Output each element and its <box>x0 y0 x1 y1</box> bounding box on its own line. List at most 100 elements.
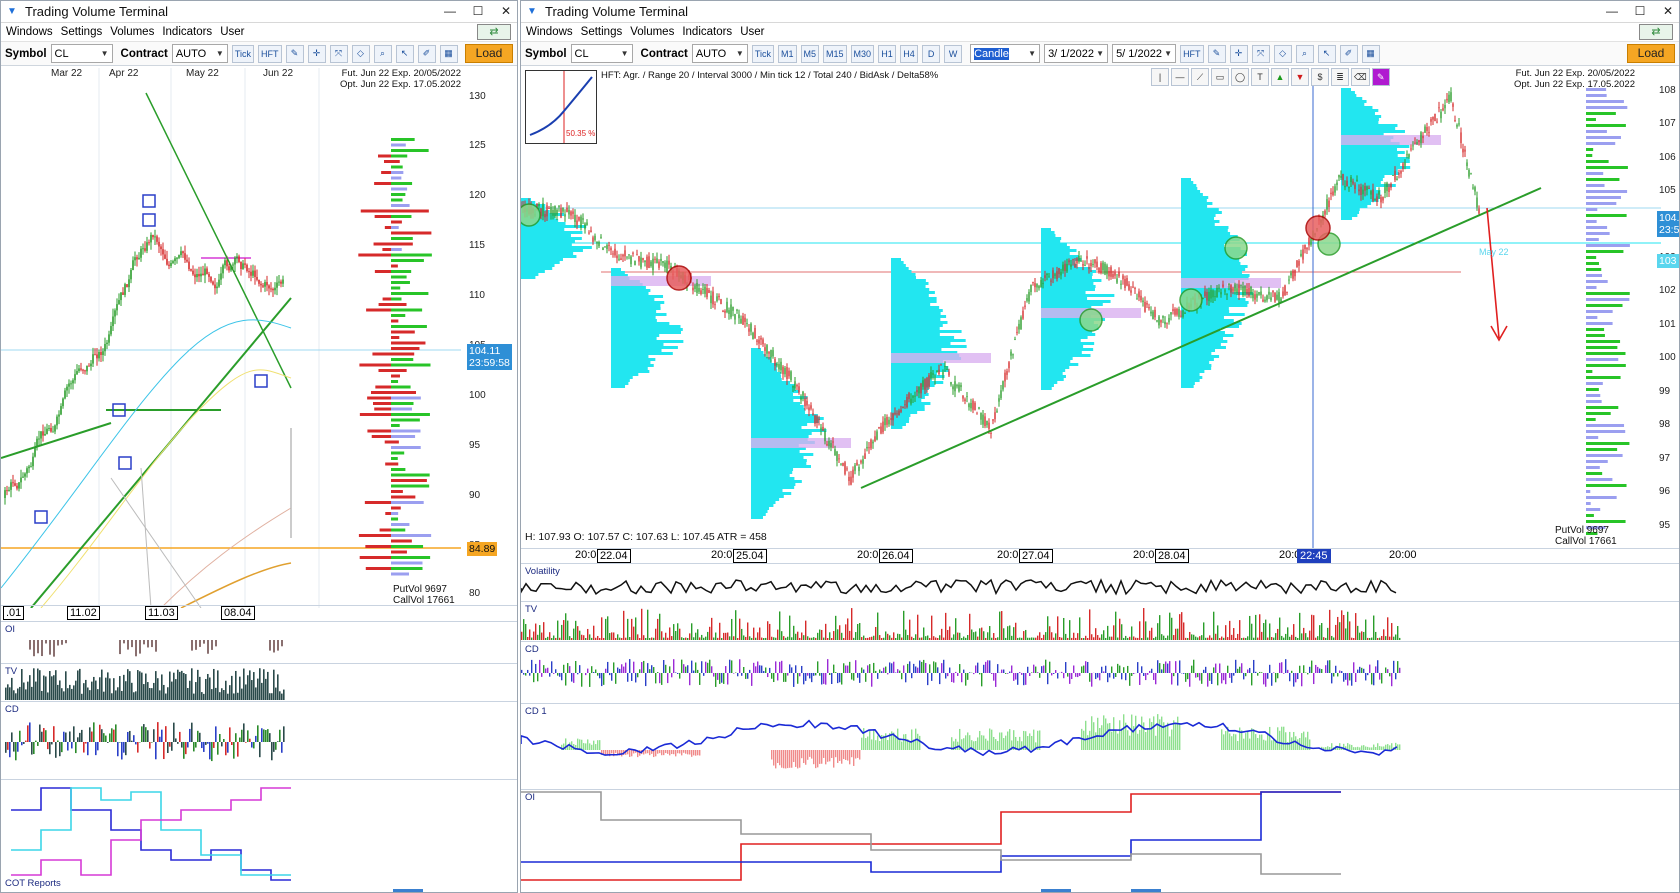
cd-bar <box>985 661 987 673</box>
maximize-button[interactable]: ☐ <box>471 4 485 18</box>
tf-w[interactable]: W <box>944 44 963 63</box>
left-oi-panel[interactable]: OI <box>1 621 517 663</box>
menu-user[interactable]: User <box>220 26 244 38</box>
edit-icon[interactable]: ✐ <box>417 44 436 63</box>
contract-select[interactable]: AUTO ▼ <box>171 44 228 63</box>
trend-line-icon[interactable]: ⟋ <box>1191 68 1209 86</box>
menu-volumes[interactable]: Volumes <box>110 26 154 38</box>
volume-profile-bar <box>751 423 808 426</box>
right-tv-panel[interactable]: TV <box>521 601 1679 641</box>
chart-type-select[interactable]: Candle ▼ <box>970 44 1041 63</box>
minimize-button[interactable]: — <box>1605 4 1619 18</box>
symbol-select[interactable]: CL ▼ <box>50 44 113 63</box>
fit-icon[interactable]: ◇ <box>1273 44 1292 63</box>
fit-icon[interactable]: ◇ <box>351 44 370 63</box>
month-marker: May 22 <box>1479 247 1509 257</box>
rectangle-icon[interactable]: ▭ <box>1211 68 1229 86</box>
contract-select[interactable]: AUTO ▼ <box>691 44 748 63</box>
tf-tick[interactable]: Tick <box>751 44 774 63</box>
menu-volumes[interactable]: Volumes <box>630 26 674 38</box>
symbol-select[interactable]: CL ▼ <box>570 44 633 63</box>
zoom-icon[interactable]: ⌕ <box>373 44 392 63</box>
left-price-chart[interactable]: Mar 22 Apr 22 May 22 Jun 22 Fut. Jun 22 … <box>1 68 517 608</box>
zoom-icon[interactable]: ⌕ <box>1295 44 1314 63</box>
cd-bar <box>959 664 961 673</box>
close-button[interactable]: ✕ <box>1661 4 1675 18</box>
close-button[interactable]: ✕ <box>499 4 513 18</box>
right-oi-panel[interactable]: OI <box>521 789 1679 892</box>
hft-button[interactable]: HFT <box>1180 44 1204 63</box>
menu-indicators[interactable]: Indicators <box>682 26 732 38</box>
date-to-picker[interactable]: 5/ 1/2022 ▼ <box>1112 44 1177 63</box>
cd-bar <box>627 673 629 682</box>
fib-icon[interactable]: ≣ <box>1331 68 1349 86</box>
cursor-icon[interactable]: ↖ <box>1317 44 1336 63</box>
candle-body <box>1330 192 1332 195</box>
crosshair-icon[interactable]: ✛ <box>307 44 326 63</box>
minimize-button[interactable]: — <box>443 4 457 18</box>
left-cot-panel[interactable]: COT Reports <box>1 779 517 892</box>
cd1-panel[interactable]: CD 1 <box>521 703 1679 789</box>
right-scrollbar[interactable] <box>1041 889 1071 892</box>
volatility-panel[interactable]: Volatility <box>521 563 1679 601</box>
tf-m1[interactable]: M1 <box>778 44 797 63</box>
volume-profile-bar <box>1341 112 1375 115</box>
right-scrollbar-2[interactable] <box>1131 889 1161 892</box>
oi-bar <box>41 640 43 657</box>
cursor-icon[interactable]: ↖ <box>395 44 414 63</box>
tf-m30[interactable]: M30 <box>850 44 875 63</box>
color-picker-icon[interactable]: ✎ <box>1371 68 1390 86</box>
right-price-chart[interactable]: 50.35 % HFT: Agr. / Range 20 / Interval … <box>521 68 1679 548</box>
load-button[interactable]: Load <box>1627 44 1675 63</box>
volume-profile-bar <box>611 325 681 328</box>
left-tv-panel[interactable]: TV <box>1 663 517 701</box>
left-cd-panel[interactable]: CD <box>1 701 517 779</box>
maximize-button[interactable]: ☐ <box>1633 4 1647 18</box>
vertical-line-icon[interactable]: | <box>1151 68 1169 86</box>
arrow-down-icon[interactable]: ▼ <box>1291 68 1309 86</box>
tf-m5[interactable]: M5 <box>800 44 820 63</box>
arrow-up-icon[interactable]: ▲ <box>1271 68 1289 86</box>
cd-bar <box>1291 670 1293 673</box>
right-cd-panel[interactable]: CD <box>521 641 1679 703</box>
move-icon[interactable]: ⤧ <box>329 44 348 63</box>
tv-bar <box>59 680 61 700</box>
menu-settings[interactable]: Settings <box>581 26 623 38</box>
crosshair-icon[interactable]: ✛ <box>1229 44 1248 63</box>
tf-h1[interactable]: H1 <box>878 44 897 63</box>
load-button[interactable]: Load <box>465 44 513 63</box>
right-chart-svg[interactable] <box>521 68 1679 548</box>
cd-bar <box>1341 671 1343 673</box>
layout-icon[interactable]: ▦ <box>1361 44 1380 63</box>
horizontal-line-icon[interactable]: — <box>1171 68 1189 86</box>
tick-button[interactable]: Tick <box>231 44 254 63</box>
left-scrollbar[interactable] <box>393 889 423 892</box>
menu-windows[interactable]: Windows <box>526 26 573 38</box>
text-icon[interactable]: T <box>1251 68 1269 86</box>
dollar-icon[interactable]: $ <box>1311 68 1329 86</box>
layout-icon[interactable]: ▦ <box>439 44 458 63</box>
oi-bars <box>29 640 283 657</box>
pen-icon[interactable]: ✎ <box>1207 44 1226 63</box>
tf-d[interactable]: D <box>922 44 941 63</box>
date-from-picker[interactable]: 3/ 1/2022 ▼ <box>1044 44 1109 63</box>
edit-icon[interactable]: ✐ <box>1339 44 1358 63</box>
hft-button[interactable]: HFT <box>258 44 282 63</box>
menu-windows[interactable]: Windows <box>6 26 53 38</box>
delete-icon[interactable]: ⌫ <box>1351 68 1370 86</box>
sync-icon[interactable]: ⇄ <box>477 24 511 40</box>
ellipse-icon[interactable]: ◯ <box>1231 68 1249 86</box>
cd-bar <box>1215 663 1217 673</box>
pen-icon[interactable]: ✎ <box>285 44 304 63</box>
left-chart-svg[interactable] <box>1 68 517 608</box>
menu-indicators[interactable]: Indicators <box>162 26 212 38</box>
menu-user[interactable]: User <box>740 26 764 38</box>
tf-m15[interactable]: M15 <box>823 44 847 63</box>
tv-bar <box>733 636 735 640</box>
candle-body <box>214 284 216 289</box>
menu-settings[interactable]: Settings <box>61 26 103 38</box>
move-icon[interactable]: ⤧ <box>1251 44 1270 63</box>
volume-profile-bar <box>1586 124 1626 127</box>
tf-h4[interactable]: H4 <box>900 44 919 63</box>
sync-icon[interactable]: ⇄ <box>1639 24 1673 40</box>
